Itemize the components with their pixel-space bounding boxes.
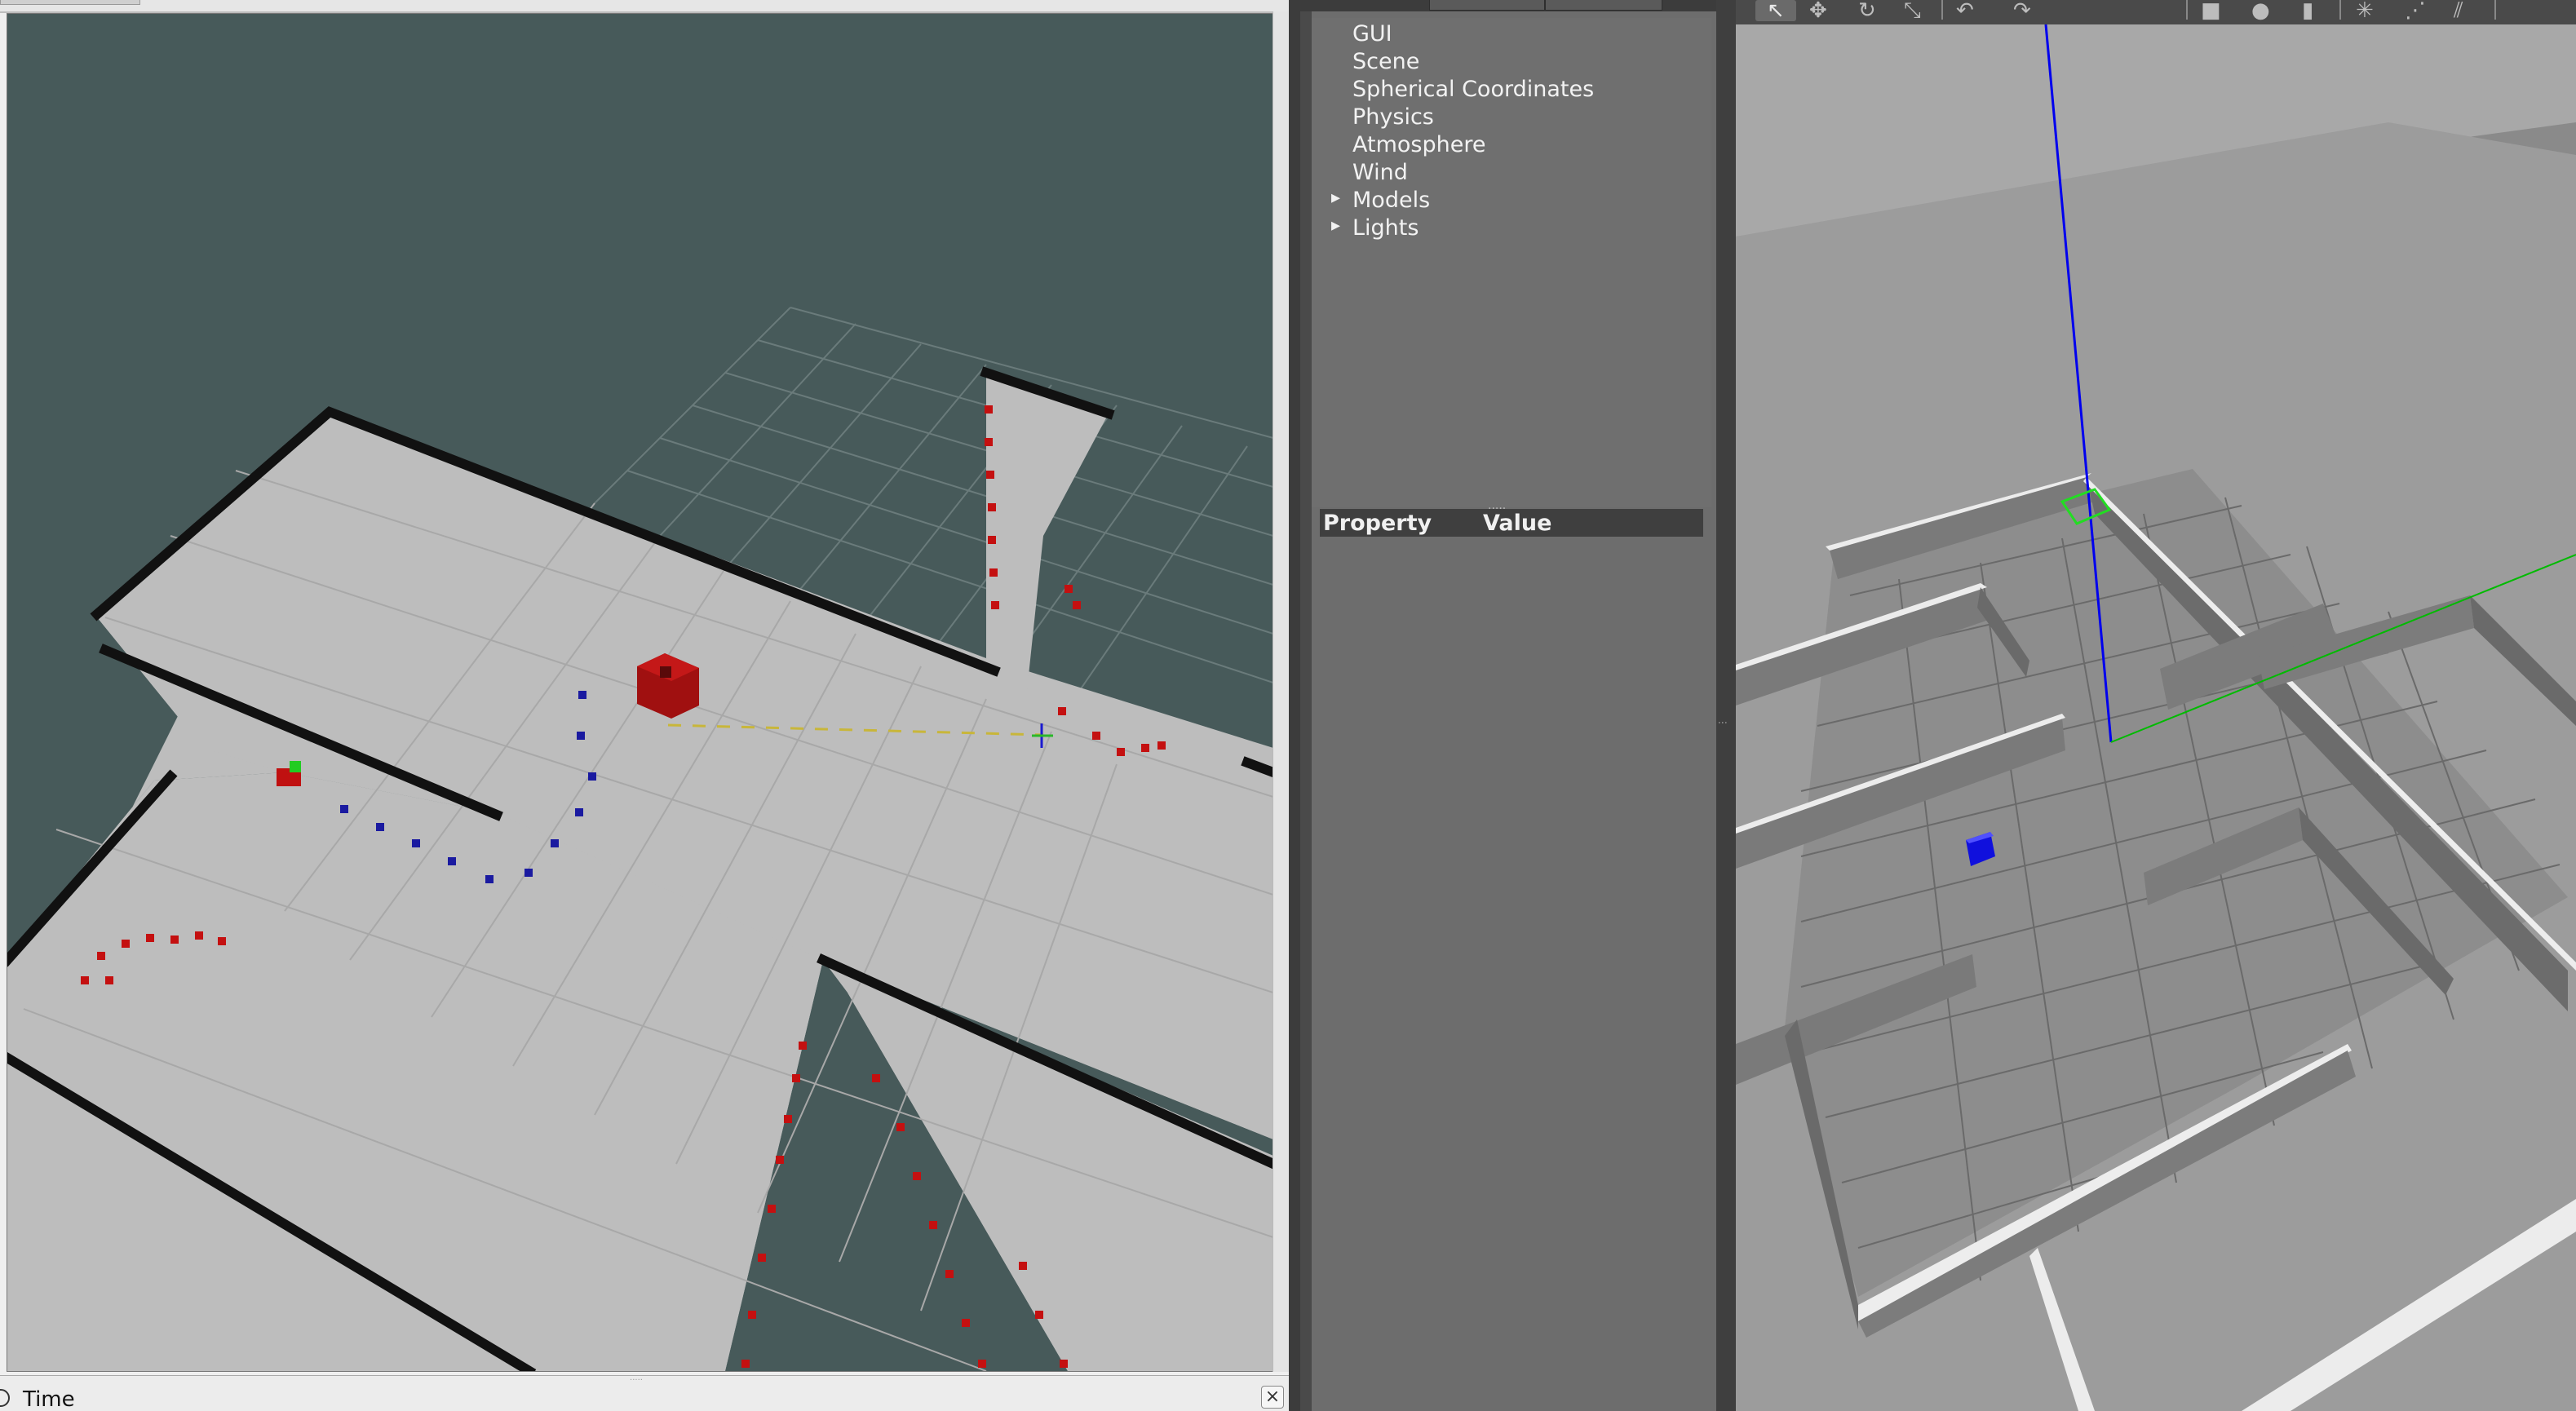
directional-light-icon[interactable]: ⫽ (2454, 0, 2463, 21)
redo-icon[interactable]: ↷ (2013, 0, 2031, 21)
rviz-panel: ◂ ..... Time × (0, 0, 2558, 1411)
cylinder-icon[interactable]: ▮ (2302, 0, 2313, 21)
desktop: ◂ ..... Time × GUI Scene Spherical Coord… (0, 0, 2576, 1411)
window-divider (1289, 0, 1300, 1411)
gazebo-toolbar: ↖ ✥ ↻ ⤡ ↶ ↷ ■ ● ▮ ✳ ⋰ ⫽ (1736, 0, 2576, 24)
value-column-header[interactable]: Value (1483, 511, 1551, 536)
gazebo-3d-viewport[interactable] (1736, 24, 2576, 1411)
scale-icon[interactable]: ⤡ (1904, 0, 1921, 21)
panel-edge (1300, 11, 1312, 1411)
clock-icon (0, 1389, 10, 1407)
point-light-icon[interactable]: ✳ (2356, 0, 2374, 21)
tree-item-spherical-coordinates[interactable]: Spherical Coordinates (1352, 77, 1594, 102)
gazebo-world-panel: GUI Scene Spherical Coordinates Physics … (1300, 0, 1718, 1411)
expand-arrow-icon[interactable]: ▸ (1331, 188, 1340, 208)
tree-item-lights[interactable]: Lights (1352, 215, 1419, 241)
tree-item-wind[interactable]: Wind (1352, 160, 1408, 185)
panel-splitter[interactable] (1716, 0, 1736, 1411)
property-table-header: Property Value (1320, 509, 1703, 537)
world-tree: GUI Scene Spherical Coordinates Physics … (1312, 18, 1711, 507)
rviz-scene (7, 307, 1273, 1371)
time-panel: ..... Time × (0, 1374, 1289, 1411)
expand-arrow-icon[interactable]: ▸ (1331, 215, 1340, 236)
tree-item-gui[interactable]: GUI (1352, 21, 1392, 46)
tree-item-scene[interactable]: Scene (1352, 49, 1419, 74)
rviz-top-strip (0, 0, 1289, 13)
splitter-grip[interactable]: ..... (620, 1374, 653, 1382)
undo-icon[interactable]: ↶ (1956, 0, 1974, 21)
toolbar-separator (1941, 0, 1943, 20)
tab-world[interactable] (1429, 0, 1545, 11)
select-icon[interactable]: ↖ (1755, 0, 1796, 21)
tree-item-physics[interactable]: Physics (1352, 104, 1434, 130)
gazebo-scene (1736, 24, 2576, 1411)
time-panel-title: Time (23, 1387, 75, 1411)
splitter-grip[interactable]: ⋮ (1717, 718, 1728, 750)
gazebo-tab-strip (1300, 0, 1718, 11)
box-icon[interactable]: ■ (2201, 0, 2221, 21)
tree-item-atmosphere[interactable]: Atmosphere (1352, 132, 1485, 157)
tree-item-models[interactable]: Models (1352, 188, 1430, 213)
spot-light-icon[interactable]: ⋰ (2405, 0, 2426, 21)
rviz-3d-view[interactable] (7, 13, 1274, 1372)
rotate-icon[interactable]: ↻ (1858, 0, 1876, 21)
toolbar-separator (2339, 0, 2341, 20)
close-icon[interactable]: × (1261, 1386, 1284, 1409)
sphere-icon[interactable]: ● (2251, 0, 2270, 21)
rviz-tab[interactable] (0, 0, 140, 5)
toolbar-separator (2186, 0, 2188, 20)
rviz-side-collapse-strip: ◂ (1273, 11, 2558, 1372)
translate-icon[interactable]: ✥ (1809, 0, 1827, 21)
property-column-header[interactable]: Property (1323, 511, 1432, 536)
tab-insert[interactable] (1545, 0, 1662, 11)
toolbar-separator (2494, 0, 2496, 20)
